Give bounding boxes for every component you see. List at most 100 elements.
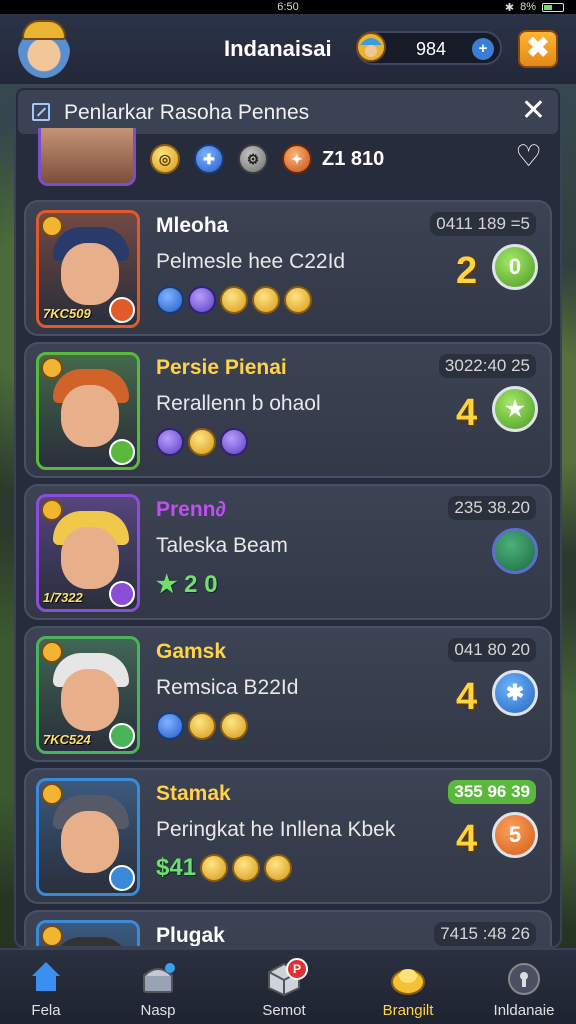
reward-chips (156, 428, 248, 456)
character-portrait[interactable] (36, 920, 140, 946)
purple-token-icon (188, 286, 216, 314)
nav-item-2[interactable]: Nasp (108, 956, 208, 1022)
claim-orb-button[interactable]: ✱ (492, 670, 538, 716)
gem-chest-icon (356, 32, 386, 62)
gold-token-icon (220, 286, 248, 314)
time-remaining: 3022:40 25 (438, 354, 536, 378)
leaderboard-card[interactable]: 7KC524 Gamsk Remsica B22Id 041 80 20 4 ✱ (24, 626, 552, 762)
panel-close-button[interactable]: ✕ (521, 96, 546, 126)
star-badge-icon (41, 925, 63, 946)
reward-chips (156, 712, 248, 740)
rank-badge-icon (109, 581, 135, 607)
character-subtitle: Remsica B22Id (156, 676, 299, 699)
character-portrait[interactable]: 7KC509 (36, 210, 140, 328)
rank-number: 4 (456, 392, 478, 434)
gold-token-icon (232, 854, 261, 882)
reward-chips (156, 286, 312, 314)
time-remaining: 235 38.20 (448, 496, 536, 520)
character-subtitle: Taleska Beam (156, 534, 288, 557)
character-name: Prenn∂ (156, 498, 226, 521)
character-level: 1/7322 (43, 590, 83, 605)
character-portrait[interactable]: 7KC524 (36, 636, 140, 754)
top-bar: Indanaisai 984 + ✖ (0, 14, 576, 84)
leaderboard-panel: Penlarkar Rasoha Pennes ✕ ◎ ✚ ⚙ ✦ Z1 810… (14, 86, 562, 948)
star-badge-icon (41, 357, 63, 379)
character-name: Mleoha (156, 214, 229, 237)
nav-item-5[interactable]: Inldanaie (474, 956, 574, 1022)
gold-token-icon (220, 712, 248, 740)
nav-item-1[interactable]: Fela (0, 956, 96, 1022)
reward-amount: ★ 2 0 (156, 571, 218, 598)
rank-badge-icon (109, 439, 135, 465)
featured-portrait[interactable] (38, 128, 136, 186)
face (61, 385, 119, 447)
reward-chips: $41 (156, 854, 293, 882)
rank-number: 4 (456, 818, 478, 860)
character-name: Stamak (156, 782, 231, 805)
nav-item-3[interactable]: P Semot (234, 956, 334, 1022)
nav-label: Fela (31, 1002, 61, 1019)
player-avatar[interactable] (18, 20, 70, 78)
chest-icon (140, 962, 176, 996)
leaderboard-card[interactable]: Persie Pienai Rerallenn b ohaol 3022:40 25… (24, 342, 552, 478)
gear-icon[interactable]: ⚙ (238, 144, 268, 174)
time-remaining: 041 80 20 (448, 638, 536, 662)
claim-orb-button[interactable]: 0 (492, 244, 538, 290)
rank-badge-icon (109, 865, 135, 891)
add-currency-button[interactable]: + (472, 38, 494, 60)
face (61, 527, 119, 589)
leaderboard-card[interactable]: Plugak 7415 :48 26 (24, 910, 552, 947)
gold-coin-icon[interactable]: ◎ (150, 144, 180, 174)
battery-icon (542, 2, 564, 12)
notification-badge: P (286, 958, 308, 980)
nav-item-4[interactable]: Brangilt (358, 956, 458, 1022)
nav-label: Brangilt (382, 1002, 434, 1019)
heart-icon[interactable]: ♡ (515, 142, 542, 172)
leaderboard-card[interactable]: 7KC509 Mleoha Pelmesle hee C22Id 0411 189 =… (24, 200, 552, 336)
rank-badge-icon (109, 297, 135, 323)
close-icon[interactable]: ✖ (518, 30, 558, 68)
rank-number: 2 (456, 250, 478, 292)
status-bar: 6:50 ✱ 8% (0, 0, 576, 14)
character-portrait[interactable] (36, 778, 140, 896)
currency-value: 984 (416, 39, 447, 59)
currency-display[interactable]: 984 + (356, 31, 502, 65)
face (61, 811, 119, 873)
character-name: Gamsk (156, 640, 227, 663)
star-badge-icon (41, 499, 63, 521)
star-badge-icon (41, 783, 63, 805)
blue-token-icon[interactable]: ✚ (194, 144, 224, 174)
featured-icons: ◎ ✚ ⚙ ✦ Z1 810 (150, 144, 384, 174)
gold-token-icon (200, 854, 229, 882)
face (61, 243, 119, 305)
blue-token-icon (156, 286, 184, 314)
orange-token-icon[interactable]: ✦ (282, 144, 312, 174)
claim-orb-button[interactable]: ★ (492, 386, 538, 432)
gold-token-icon (284, 286, 312, 314)
checkbox-icon[interactable] (32, 103, 50, 121)
rank-number: 4 (456, 676, 478, 718)
time-remaining: 7415 :48 26 (434, 922, 536, 946)
leaderboard-card[interactable]: 1/7322 Prenn∂ Taleska Beam ★ 2 0 235 38.20 (24, 484, 552, 620)
star-badge-icon (41, 215, 63, 237)
cube-icon: P (266, 958, 308, 997)
claim-orb-button[interactable]: 5 (492, 812, 538, 858)
home-icon (28, 962, 64, 996)
gold-token-icon (252, 286, 280, 314)
gold-token-icon (188, 712, 216, 740)
character-name: Plugak (156, 924, 225, 947)
character-name: Persie Pienai (156, 356, 287, 379)
bottom-navigation: Fela Nasp P Semot Brangilt Inldanaie (0, 948, 576, 1024)
character-subtitle: Pelmesle hee C22Id (156, 250, 346, 273)
purple-token-icon (156, 428, 184, 456)
character-subtitle: Peringkat he Inllena Kbek (156, 818, 396, 841)
reward-chips: ★ 2 0 (156, 570, 218, 599)
character-portrait[interactable] (36, 352, 140, 470)
wifi-icon: ✱ (504, 1, 515, 14)
claim-orb-button[interactable] (492, 528, 538, 574)
gold-helmet-icon (390, 962, 426, 996)
character-portrait[interactable]: 1/7322 (36, 494, 140, 612)
star-badge-icon (41, 641, 63, 663)
status-time: 6:50 (277, 1, 299, 13)
leaderboard-card[interactable]: Stamak Peringkat he Inllena Kbek $41 355 96… (24, 768, 552, 904)
